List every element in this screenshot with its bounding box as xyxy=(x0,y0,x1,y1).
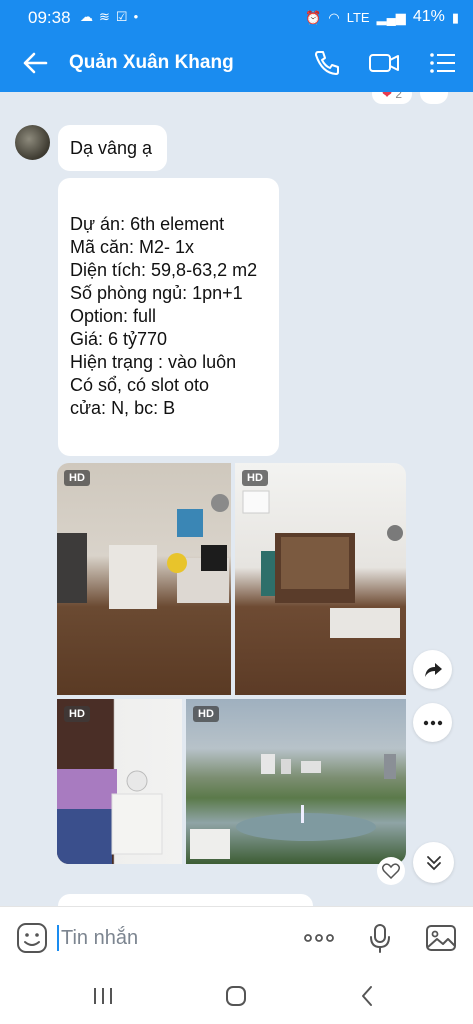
wifi-icon: ◠ xyxy=(328,9,340,25)
chat-header: Quản Xuân Khang xyxy=(0,34,473,92)
message-reaction[interactable]: ❤ 2 xyxy=(372,92,412,104)
nfc-icon: ≋ xyxy=(99,9,110,24)
more-dots-icon xyxy=(423,720,442,725)
message-text: Dạ vâng ạ xyxy=(70,138,153,158)
back-arrow-icon[interactable] xyxy=(20,49,50,77)
message-line: Giá: 6 tỷ770 xyxy=(70,329,168,349)
battery-level: 41% xyxy=(412,8,445,25)
message-line: Option: full xyxy=(70,306,157,326)
photo-office-room[interactable]: HD xyxy=(235,463,406,695)
menu-list-icon[interactable] xyxy=(427,48,459,78)
lte-icon: LTE xyxy=(346,9,370,25)
avatar[interactable] xyxy=(15,125,50,160)
message-line: Có sổ, có slot oto xyxy=(70,375,210,395)
scroll-down-button[interactable] xyxy=(413,842,454,883)
status-right-icons: ⏰ ◠ LTE ▂▄▆ 41% ▮ xyxy=(305,8,459,26)
image-gallery-icon[interactable] xyxy=(424,921,458,955)
photo-bedroom-art xyxy=(57,769,163,864)
microphone-icon[interactable] xyxy=(363,921,397,955)
message-line: cửa: N, bc: B xyxy=(70,398,176,418)
message-line: Diện tích: 59,8-63,2 m2 xyxy=(70,260,258,280)
status-left-icons: ☁ ≋ ☑ • xyxy=(80,8,138,25)
message-line: Số phòng ngủ: 1pn+1 xyxy=(70,283,243,303)
photo-city-view-art xyxy=(190,754,396,859)
message-input[interactable]: Tin nhắn xyxy=(57,925,138,951)
back-nav-icon[interactable] xyxy=(353,982,383,1010)
message-line: Mã căn: M2- 1x xyxy=(70,237,195,257)
battery-icon: ▮ xyxy=(451,9,459,25)
double-chevron-down-icon xyxy=(426,855,441,870)
video-call-icon[interactable] xyxy=(368,48,400,78)
hd-badge: HD xyxy=(242,470,268,486)
react-button[interactable] xyxy=(377,857,405,885)
alarm-icon: ⏰ xyxy=(305,9,322,25)
cloud-icon: ☁ xyxy=(80,9,93,24)
check-icon: ☑ xyxy=(115,9,128,24)
system-nav-bar xyxy=(0,968,473,1024)
photo-bedroom[interactable]: HD xyxy=(57,699,182,864)
reaction-count: 2 xyxy=(395,92,403,101)
contact-name[interactable]: Quản Xuân Khang xyxy=(69,52,234,74)
message-bubble-partial[interactable] xyxy=(58,894,313,906)
photo-living-room-art xyxy=(57,494,229,609)
message-bubble-listing[interactable]: Dự án: 6th element Mã căn: M2- 1x Diện t… xyxy=(58,178,279,456)
message-line: Hiện trạng : vào luôn xyxy=(70,352,237,372)
message-bubble[interactable]: Dạ vâng ạ xyxy=(58,125,167,171)
add-reaction-button[interactable] xyxy=(420,92,448,104)
hd-badge: HD xyxy=(193,706,219,722)
message-line: Dự án: 6th element xyxy=(70,214,225,234)
hd-badge: HD xyxy=(64,470,90,486)
status-time: 09:38 xyxy=(28,8,71,27)
dot-icon: • xyxy=(133,9,139,24)
share-arrow-icon xyxy=(424,662,442,677)
signal-icon: ▂▄▆ xyxy=(376,9,406,25)
forward-button[interactable] xyxy=(413,650,452,689)
photo-city-view[interactable]: HD xyxy=(186,699,406,864)
chat-area[interactable]: ❤ 2 Dạ vâng ạ Dự án: 6th element Mã căn:… xyxy=(0,92,473,906)
home-icon[interactable] xyxy=(221,982,251,1010)
more-options-button[interactable] xyxy=(413,703,452,742)
more-options-icon[interactable] xyxy=(302,921,336,955)
status-bar: 09:38 ☁ ≋ ☑ • ⏰ ◠ LTE ▂▄▆ 41% ▮ xyxy=(0,0,473,34)
hd-badge: HD xyxy=(64,706,90,722)
sticker-emoji-icon[interactable] xyxy=(15,921,49,955)
heart-reaction-icon: ❤ xyxy=(381,92,393,101)
heart-outline-icon xyxy=(382,863,400,879)
photo-office-room-art xyxy=(242,490,403,638)
recent-apps-icon[interactable] xyxy=(88,982,118,1010)
photo-living-room[interactable]: HD xyxy=(57,463,231,695)
phone-call-icon[interactable] xyxy=(311,48,343,78)
message-composer: Tin nhắn xyxy=(0,906,473,968)
